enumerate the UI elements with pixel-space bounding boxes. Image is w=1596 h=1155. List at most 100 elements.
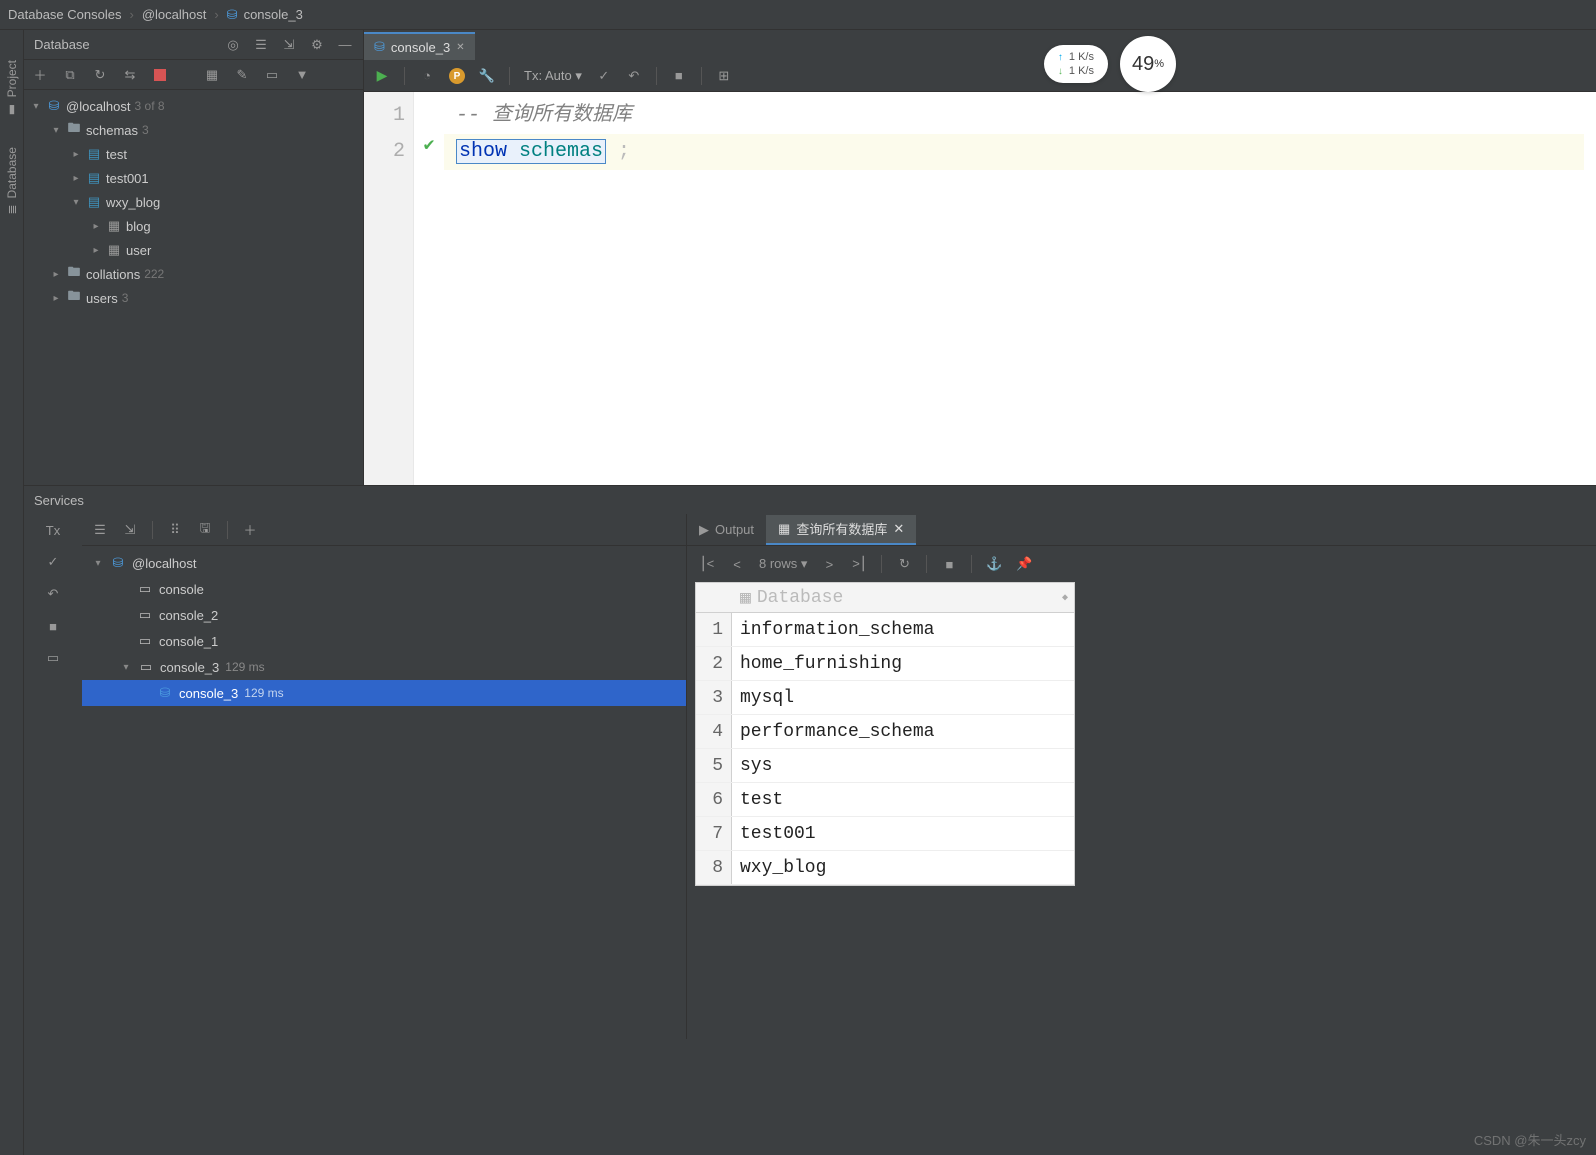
rows-count[interactable]: 8 rows ▾ bbox=[759, 556, 807, 572]
svc-host[interactable]: ▾ ⛁ @localhost bbox=[82, 550, 686, 576]
users-node[interactable]: ▸ 🖿 users 3 bbox=[24, 286, 363, 310]
tab-console-3[interactable]: ⛁ console_3 ✕ bbox=[364, 32, 475, 60]
database-icon: ⛁ bbox=[46, 98, 62, 114]
project-icon: ▮ bbox=[5, 103, 19, 117]
services-left-icons: Tx ✓ ↶ ■ ▭ bbox=[24, 514, 82, 1039]
svc-console-3-item[interactable]: ⛁ console_3 129 ms bbox=[82, 680, 686, 706]
database-panel-title: Database bbox=[34, 37, 90, 52]
pending-badge-icon[interactable]: P bbox=[449, 67, 465, 85]
schemas-node[interactable]: ▾ 🖿 schemas 3 bbox=[24, 118, 363, 142]
commit-icon[interactable]: ✓ bbox=[596, 68, 612, 84]
editor-tabs: ⛁ console_3 ✕ bbox=[364, 30, 1596, 60]
first-page-icon[interactable]: ⎮< bbox=[699, 556, 715, 572]
target-icon[interactable]: ◎ bbox=[225, 37, 241, 53]
history-icon[interactable]: ◔ bbox=[419, 68, 435, 84]
schema-icon: ▤ bbox=[86, 194, 102, 210]
table-row[interactable]: 1information_schema bbox=[696, 613, 1074, 647]
collapse-icon[interactable]: ⇲ bbox=[122, 522, 138, 538]
breadcrumb-item-2[interactable]: @localhost bbox=[142, 7, 207, 22]
pin-icon[interactable]: 📌 bbox=[1016, 556, 1032, 572]
svc-console-2[interactable]: ▭ console_2 bbox=[82, 602, 686, 628]
sync-icon[interactable]: ⇆ bbox=[122, 67, 138, 83]
play-icon: ▶ bbox=[699, 522, 709, 538]
results-header[interactable]: ▦Database ◆ bbox=[696, 583, 1074, 613]
close-icon[interactable]: ✕ bbox=[893, 521, 904, 537]
table-row[interactable]: 5sys bbox=[696, 749, 1074, 783]
add-icon[interactable]: ＋ bbox=[32, 67, 48, 83]
gutter-project[interactable]: ▮ Project bbox=[5, 60, 19, 117]
next-page-icon[interactable]: > bbox=[821, 556, 837, 572]
schema-test001[interactable]: ▸ ▤ test001 bbox=[24, 166, 363, 190]
chevron-down-icon: ▾ bbox=[92, 558, 104, 569]
table-row[interactable]: 2home_furnishing bbox=[696, 647, 1074, 681]
add-row-icon[interactable]: ⚓ bbox=[986, 556, 1002, 572]
table-row[interactable]: 8wxy_blog bbox=[696, 851, 1074, 885]
stop-square-icon[interactable]: ■ bbox=[941, 556, 957, 572]
expand-icon[interactable]: ☰ bbox=[92, 522, 108, 538]
table-row[interactable]: 3mysql bbox=[696, 681, 1074, 715]
connection-node[interactable]: ▾ ⛁ @localhost 3 of 8 bbox=[24, 94, 363, 118]
table-blog[interactable]: ▸ ▦ blog bbox=[24, 214, 363, 238]
save-icon[interactable]: 🖫 bbox=[197, 522, 213, 538]
minimize-icon[interactable]: — bbox=[337, 37, 353, 53]
table-row[interactable]: 7test001 bbox=[696, 817, 1074, 851]
services-toolbar: ☰ ⇲ ⠿ 🖫 ＋ bbox=[82, 514, 686, 546]
table-row[interactable]: 6test bbox=[696, 783, 1074, 817]
database-panel: Database ◎ ☰ ⇲ ⚙ — ＋ ⧉ ↻ ⇆ ▦ bbox=[24, 30, 364, 485]
refresh-icon[interactable]: ↻ bbox=[896, 556, 912, 572]
table-icon[interactable]: ▦ bbox=[204, 67, 220, 83]
stop-square-icon[interactable]: ■ bbox=[671, 68, 687, 84]
console-icon: ▭ bbox=[137, 581, 153, 597]
tx-mode[interactable]: Tx: Auto ▾ bbox=[524, 68, 582, 84]
editor-area: ⛁ console_3 ✕ ▶ ◔ P 🔧 Tx: Auto ▾ ✓ ↶ bbox=[364, 30, 1596, 485]
console-icon[interactable]: ▭ bbox=[264, 67, 280, 83]
collations-node[interactable]: ▸ 🖿 collations 222 bbox=[24, 262, 363, 286]
wrench-icon[interactable]: 🔧 bbox=[479, 68, 495, 84]
sort-icon[interactable]: ◆ bbox=[1062, 592, 1074, 604]
group-icon[interactable]: ⠿ bbox=[167, 522, 183, 538]
services-title: Services bbox=[24, 486, 1596, 514]
svc-console-1[interactable]: ▭ console_1 bbox=[82, 628, 686, 654]
gutter-database[interactable]: ≣ Database bbox=[5, 147, 19, 214]
check-icon[interactable]: ✓ bbox=[45, 554, 61, 570]
run-button[interactable]: ▶ bbox=[374, 68, 390, 84]
table-row[interactable]: 4performance_schema bbox=[696, 715, 1074, 749]
settings-icon[interactable]: ⊞ bbox=[716, 68, 732, 84]
percent-gauge[interactable]: 49% bbox=[1120, 36, 1176, 92]
schema-test[interactable]: ▸ ▤ test bbox=[24, 142, 363, 166]
tab-query-result[interactable]: ▦ 查询所有数据库 ✕ bbox=[766, 515, 916, 545]
breadcrumb-item-3[interactable]: ⛁ console_3 bbox=[227, 7, 303, 23]
code-editor[interactable]: 1 2 ✔ -- 查询所有数据库 show schemas ; bbox=[364, 92, 1596, 485]
chevron-down-icon: ▾ bbox=[120, 662, 132, 673]
undo-icon[interactable]: ↶ bbox=[45, 586, 61, 602]
schema-wxy-blog[interactable]: ▾ ▤ wxy_blog bbox=[24, 190, 363, 214]
edit-icon[interactable]: ✎ bbox=[234, 67, 250, 83]
tab-output[interactable]: ▶ Output bbox=[687, 515, 766, 545]
filter-icon[interactable]: ▼ bbox=[294, 67, 310, 83]
add-icon[interactable]: ＋ bbox=[242, 522, 258, 538]
rollback-icon[interactable]: ↶ bbox=[626, 68, 642, 84]
svc-console[interactable]: ▭ console bbox=[82, 576, 686, 602]
database-icon: ≣ bbox=[5, 205, 19, 215]
collapse-icon[interactable]: ⇲ bbox=[281, 37, 297, 53]
svc-console-3-group[interactable]: ▾ ▭ console_3 129 ms bbox=[82, 654, 686, 680]
speed-pill[interactable]: ↑1 K/s ↓1 K/s bbox=[1044, 45, 1108, 83]
services-panel: Services Tx ✓ ↶ ■ ▭ ☰ ⇲ ⠿ 🖫 bbox=[24, 485, 1596, 1039]
close-icon[interactable]: ✕ bbox=[456, 42, 464, 53]
console-icon: ▭ bbox=[137, 607, 153, 623]
expand-icon[interactable]: ☰ bbox=[253, 37, 269, 53]
left-tool-gutter: ▮ Project ≣ Database bbox=[0, 30, 24, 1155]
layout-icon[interactable]: ▭ bbox=[45, 650, 61, 666]
tx-label[interactable]: Tx bbox=[45, 522, 61, 538]
stop-icon[interactable] bbox=[152, 67, 168, 83]
duplicate-icon[interactable]: ⧉ bbox=[62, 67, 78, 83]
code-comment: -- 查询所有数据库 bbox=[456, 104, 632, 127]
chevron-right-icon: ▸ bbox=[90, 221, 102, 232]
breadcrumb-item-1[interactable]: Database Consoles bbox=[8, 7, 121, 22]
prev-page-icon[interactable]: < bbox=[729, 556, 745, 572]
last-page-icon[interactable]: >⎮ bbox=[851, 556, 867, 572]
refresh-icon[interactable]: ↻ bbox=[92, 67, 108, 83]
gear-icon[interactable]: ⚙ bbox=[309, 37, 325, 53]
stop-square-icon[interactable]: ■ bbox=[45, 618, 61, 634]
table-user[interactable]: ▸ ▦ user bbox=[24, 238, 363, 262]
